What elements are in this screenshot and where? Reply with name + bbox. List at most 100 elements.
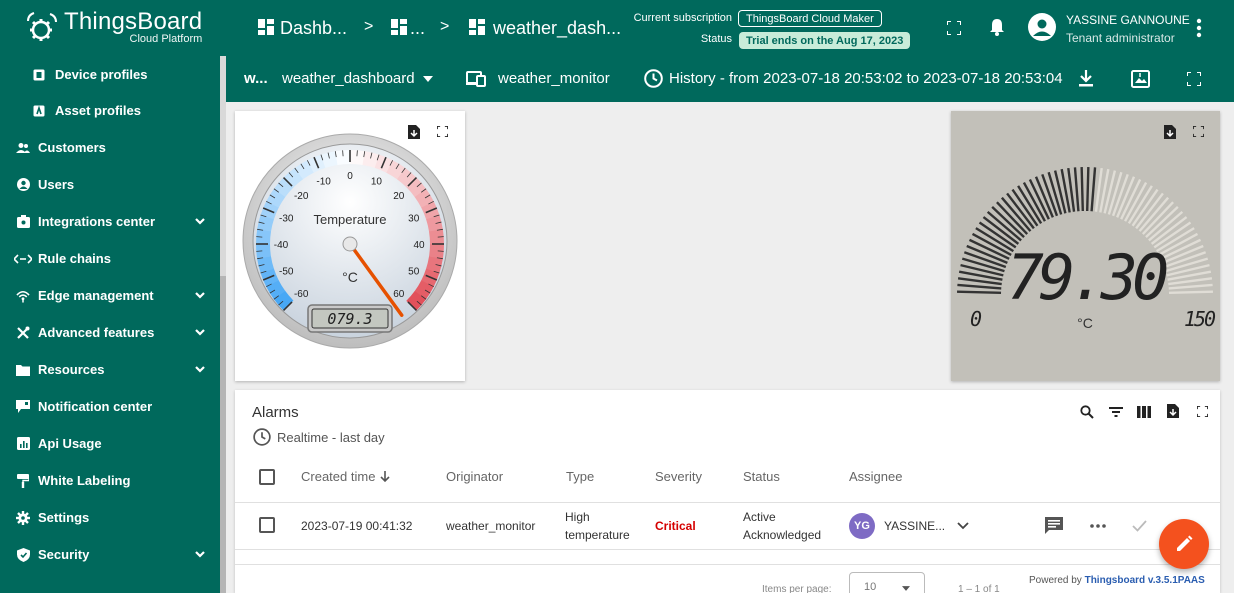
fullscreen-icon[interactable] [1187, 72, 1201, 86]
comment-icon[interactable] [1045, 517, 1063, 534]
sidebar-item-label: Edge management [38, 288, 154, 303]
top-bar: Dashb... > ... > weather_dash... Current… [226, 0, 1234, 56]
column-header-assignee[interactable]: Assignee [849, 469, 902, 484]
entity-alias-label[interactable]: weather_monitor [498, 70, 610, 87]
chart-icon [16, 437, 30, 451]
digital-gauge-bar-empty [1141, 201, 1174, 235]
notifications-bell-icon[interactable] [990, 18, 1004, 36]
fullscreen-icon[interactable] [947, 21, 961, 35]
download-icon[interactable] [1079, 70, 1093, 87]
brand-name: ThingsBoard [64, 8, 203, 35]
breadcrumb-current[interactable]: weather_dash... [493, 0, 621, 56]
column-header-status[interactable]: Status [743, 469, 780, 484]
digital-gauge-bar-empty [1150, 216, 1188, 245]
breadcrumb-separator: > [364, 18, 374, 35]
chevron-down-icon[interactable] [957, 522, 969, 530]
account-circle-icon[interactable] [1028, 13, 1056, 41]
sidebar-item-notification-center[interactable]: Notification center [0, 388, 220, 425]
rule-chains-icon [14, 252, 32, 266]
sidebar-item-asset-profiles[interactable]: Asset profiles [0, 92, 220, 129]
user-role: Tenant administrator [1066, 31, 1175, 45]
powered-by-label: Powered by [1029, 575, 1082, 586]
sidebar-item-edge-management[interactable]: Edge management [0, 277, 220, 314]
sidebar-item-label: Users [38, 177, 75, 192]
dashboard-selector[interactable]: weather_dashboard [282, 70, 415, 87]
sort-arrow-down-icon[interactable] [380, 471, 390, 483]
sidebar-item-api-usage[interactable]: Api Usage [0, 425, 220, 462]
filter-icon[interactable] [1109, 407, 1123, 417]
dropdown-arrow-icon[interactable] [423, 76, 433, 82]
sidebar-scrollbar-thumb[interactable] [220, 276, 226, 593]
columns-icon[interactable] [1137, 406, 1151, 418]
items-per-page-select[interactable]: 10 [849, 572, 925, 593]
digital-gauge-bar-filled [957, 283, 1002, 290]
dropdown-arrow-icon [902, 586, 910, 591]
digital-gauge-bar-filled [982, 216, 1020, 245]
sidebar-item-rule-chains[interactable]: Rule chains [0, 240, 220, 277]
chevron-down-icon[interactable] [194, 215, 206, 227]
more-vert-icon[interactable] [1196, 18, 1202, 38]
sidebar-item-white-labeling[interactable]: White Labeling [0, 462, 220, 499]
gauge-tick-label: 40 [413, 240, 425, 251]
sidebar-item-label: Asset profiles [55, 103, 141, 118]
chevron-down-icon[interactable] [194, 548, 206, 560]
alarms-title: Alarms [252, 404, 299, 421]
row-checkbox[interactable] [259, 517, 275, 533]
breadcrumb-dashboards[interactable]: Dashb... [280, 0, 347, 56]
digital-gauge-bar-filled [1080, 167, 1085, 212]
breadcrumb-group[interactable]: ... [410, 0, 425, 56]
sidebar-item-label: Security [38, 547, 90, 562]
sidebar-item-label: Api Usage [38, 436, 102, 451]
gauge-tick-label: 0 [347, 171, 353, 182]
brand[interactable]: ThingsBoard Cloud Platform [0, 0, 226, 56]
paint-roller-icon [16, 473, 30, 488]
select-all-checkbox[interactable] [259, 469, 275, 485]
export-widget-icon[interactable] [1167, 404, 1179, 418]
digital-gauge-max: 150 [1184, 307, 1216, 331]
row-divider [235, 549, 1220, 550]
sidebar-item-resources[interactable]: Resources [0, 351, 220, 388]
gauge-title: Temperature [314, 212, 387, 227]
cell-originator[interactable]: weather_monitor [446, 519, 535, 533]
chevron-down-icon[interactable] [194, 326, 206, 338]
dashboard-icon [469, 19, 485, 35]
header-divider [235, 502, 1220, 503]
search-icon[interactable] [1080, 405, 1094, 419]
gauge-tick-label: -30 [279, 214, 294, 225]
alarms-widget: Alarms Realtime - last day Created time … [235, 390, 1220, 593]
sidebar-item-advanced-features[interactable]: Advanced features [0, 314, 220, 351]
items-per-page-label: Items per page: [762, 584, 832, 593]
customers-icon [16, 141, 30, 155]
acknowledge-check-icon[interactable] [1132, 520, 1147, 532]
tools-icon [16, 326, 30, 340]
sidebar-item-users[interactable]: Users [0, 166, 220, 203]
user-name[interactable]: YASSINE GANNOUNE [1066, 13, 1190, 27]
state-selector[interactable]: w... [244, 70, 268, 87]
more-horiz-icon[interactable] [1090, 524, 1106, 528]
sidebar-item-integrations-center[interactable]: Integrations center [0, 203, 220, 240]
sidebar-item-device-profiles[interactable]: Device profiles [0, 56, 220, 93]
version-link[interactable]: Thingsboard v.3.5.1PAAS [1085, 575, 1205, 586]
export-image-icon[interactable] [1131, 70, 1150, 88]
alarms-timewindow[interactable]: Realtime - last day [277, 430, 385, 445]
column-header-created-time[interactable]: Created time [301, 469, 375, 484]
chevron-down-icon[interactable] [194, 363, 206, 375]
notification-center-icon [16, 400, 30, 414]
gauge-lcd-value: 079.3 [327, 310, 372, 328]
sidebar-item-label: Resources [38, 362, 105, 377]
sidebar-item-settings[interactable]: Settings [0, 499, 220, 536]
column-header-originator[interactable]: Originator [446, 469, 503, 484]
sidebar-item-customers[interactable]: Customers [0, 129, 220, 166]
subscription-chip[interactable]: ThingsBoard Cloud Maker [738, 10, 882, 27]
chevron-down-icon[interactable] [194, 289, 206, 301]
column-header-severity[interactable]: Severity [655, 469, 702, 484]
sidebar-item-label: Device profiles [55, 67, 148, 82]
items-per-page-value: 10 [864, 581, 877, 593]
timewindow-label[interactable]: History - from 2023-07-18 20:53:02 to 20… [669, 70, 1063, 87]
sidebar-item-security[interactable]: Security [0, 536, 220, 573]
column-header-type[interactable]: Type [566, 469, 594, 484]
edit-dashboard-button[interactable] [1159, 519, 1209, 569]
digital-gauge-bar-empty [1168, 290, 1213, 295]
cell-assignee[interactable]: YASSINE... [884, 519, 945, 533]
fullscreen-icon[interactable] [1197, 406, 1208, 417]
